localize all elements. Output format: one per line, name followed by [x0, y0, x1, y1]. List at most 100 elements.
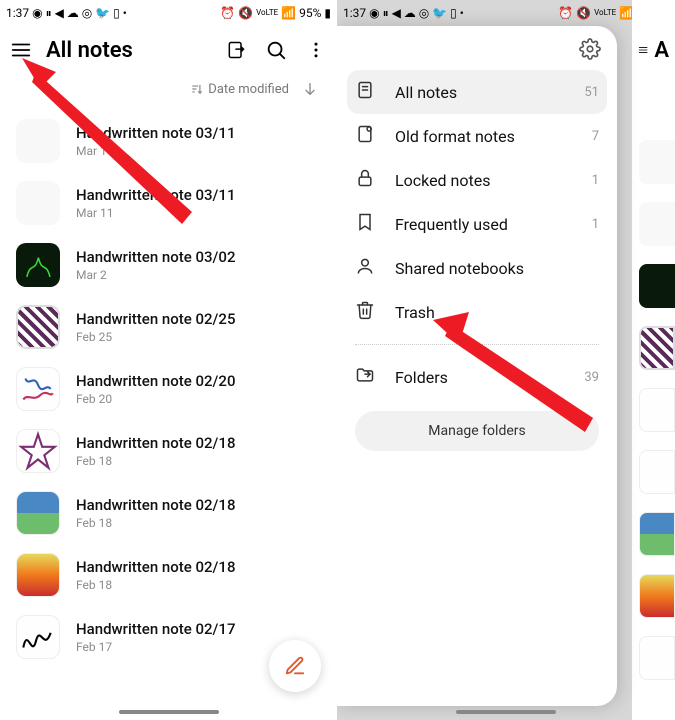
note-thumbnail	[639, 574, 675, 618]
note-thumbnail	[639, 636, 675, 680]
drawer-item-folders[interactable]: Folders 39	[337, 355, 617, 399]
drawer-label: Frequently used	[395, 215, 508, 234]
list-item[interactable]: Handwritten note 03/11 Mar 11	[16, 110, 321, 172]
note-thumbnail	[16, 553, 60, 597]
status-time: 1:37	[6, 7, 29, 19]
note-thumbnail	[639, 388, 675, 432]
note-date: Mar 11	[76, 206, 235, 220]
note-thumbnail	[16, 181, 60, 225]
sort-row: Date modified	[0, 74, 337, 110]
note-thumbnail	[16, 615, 60, 659]
drawer-count: 1	[592, 217, 599, 232]
drawer-label: All notes	[395, 83, 457, 102]
app-header: All notes	[0, 26, 337, 74]
drawer-item-shared[interactable]: Shared notebooks	[337, 246, 617, 290]
note-thumbnail	[639, 140, 675, 184]
settings-gear-icon[interactable]	[579, 38, 601, 60]
note-title: Handwritten note 02/18	[76, 496, 235, 514]
page-title: All notes	[46, 38, 211, 63]
note-thumbnail	[16, 491, 60, 535]
list-item[interactable]: Handwritten note 02/18 Feb 18	[16, 544, 321, 606]
background-content-sliver: A	[632, 0, 675, 720]
note-thumbnail	[16, 119, 60, 163]
drawer-count: 7	[592, 129, 599, 144]
note-thumbnail	[16, 429, 60, 473]
list-item[interactable]: Handwritten note 02/18 Feb 18	[16, 420, 321, 482]
note-thumbnail	[16, 367, 60, 411]
sort-button[interactable]: Date modified	[190, 82, 289, 97]
drawer-label: Shared notebooks	[395, 259, 524, 278]
navigation-drawer: All notes 51 Old format notes 7 Locked n…	[337, 26, 617, 706]
lock-icon	[355, 168, 375, 192]
list-item[interactable]: Handwritten note 03/11 Mar 11	[16, 172, 321, 234]
note-title: Handwritten note 03/11	[76, 186, 235, 204]
home-indicator[interactable]	[456, 710, 556, 714]
note-title: Handwritten note 02/18	[76, 434, 235, 452]
status-bar: 1:37 ◉ ⏸ ◀ ☁ ◎ 🐦 ▯ • ⏰ 🔇 VoLTE 📶 95% ▮	[0, 0, 337, 26]
drawer-label: Folders	[395, 368, 448, 387]
status-time: 1:37	[343, 7, 366, 19]
alarm-icon: ⏰	[558, 7, 573, 19]
note-title: Handwritten note 03/02	[76, 248, 235, 266]
home-indicator[interactable]	[119, 710, 219, 714]
drawer-count: 1	[592, 173, 599, 188]
person-icon	[355, 256, 375, 280]
more-icon[interactable]	[305, 39, 327, 61]
note-title: Handwritten note 02/25	[76, 310, 235, 328]
status-icons-left: ◉ ⏸ ◀ ☁ ◎ 🐦 ▯ •	[32, 7, 127, 19]
status-bar: 1:37 ◉ ⏸ ◀ ☁ ◎ 🐦 ▯ • ⏰ 🔇 VoLTE 📶 95% ▮	[337, 0, 675, 26]
search-icon[interactable]	[265, 39, 287, 61]
list-item[interactable]: Handwritten note 02/20 Feb 20	[16, 358, 321, 420]
note-icon	[355, 80, 375, 104]
battery-pct: 95%	[299, 7, 321, 19]
note-thumbnail	[639, 202, 675, 246]
trash-icon	[355, 300, 375, 324]
note-date: Feb 18	[76, 516, 235, 530]
drawer-item-all-notes[interactable]: All notes 51	[347, 70, 607, 114]
sort-direction-icon[interactable]	[299, 78, 321, 100]
sort-label: Date modified	[208, 82, 289, 97]
note-thumbnail	[639, 264, 675, 308]
volte-icon: VoLTE	[594, 9, 616, 17]
note-date: Mar 11	[76, 144, 235, 158]
folder-icon	[355, 365, 375, 389]
phone-left: 1:37 ◉ ⏸ ◀ ☁ ◎ 🐦 ▯ • ⏰ 🔇 VoLTE 📶 95% ▮ A…	[0, 0, 337, 720]
manage-folders-button[interactable]: Manage folders	[355, 411, 599, 451]
title-sliver: A	[654, 38, 669, 63]
drawer-item-old-format[interactable]: Old format notes 7	[337, 114, 617, 158]
note-thumbnail	[16, 243, 60, 287]
note-thumbnail	[16, 305, 60, 349]
hamburger-menu-icon	[638, 40, 648, 60]
separator	[355, 344, 599, 345]
alarm-icon: ⏰	[220, 7, 235, 19]
drawer-label: Old format notes	[395, 127, 515, 146]
note-thumbnail	[639, 512, 675, 556]
note-date: Feb 25	[76, 330, 235, 344]
note-title: Handwritten note 03/11	[76, 124, 235, 142]
note-date: Feb 17	[76, 640, 235, 654]
list-item[interactable]: Handwritten note 02/18 Feb 18	[16, 482, 321, 544]
hamburger-menu-button[interactable]	[10, 39, 32, 61]
drawer-item-locked[interactable]: Locked notes 1	[337, 158, 617, 202]
list-item[interactable]: Handwritten note 03/02 Mar 2	[16, 234, 321, 296]
list-item[interactable]: Handwritten note 02/25 Feb 25	[16, 296, 321, 358]
note-date: Feb 18	[76, 578, 235, 592]
import-pdf-icon[interactable]	[225, 39, 247, 61]
note-title: Handwritten note 02/20	[76, 372, 235, 390]
note-date: Feb 20	[76, 392, 235, 406]
notes-list: Handwritten note 03/11 Mar 11 Handwritte…	[0, 110, 337, 720]
volte-icon: VoLTE	[256, 9, 278, 17]
note-thumbnail	[639, 326, 675, 370]
note-date: Mar 2	[76, 268, 235, 282]
phone-right: 1:37 ◉ ⏸ ◀ ☁ ◎ 🐦 ▯ • ⏰ 🔇 VoLTE 📶 95% ▮ A	[337, 0, 675, 720]
manage-folders-label: Manage folders	[428, 423, 526, 439]
drawer-label: Trash	[395, 303, 435, 322]
drawer-count: 39	[584, 370, 599, 385]
bookmark-icon	[355, 212, 375, 236]
drawer-item-frequent[interactable]: Frequently used 1	[337, 202, 617, 246]
drawer-count: 51	[584, 85, 599, 100]
note-thumbnail	[639, 450, 675, 494]
note-title: Handwritten note 02/17	[76, 620, 235, 638]
drawer-item-trash[interactable]: Trash	[337, 290, 617, 334]
new-note-fab[interactable]	[269, 640, 321, 692]
